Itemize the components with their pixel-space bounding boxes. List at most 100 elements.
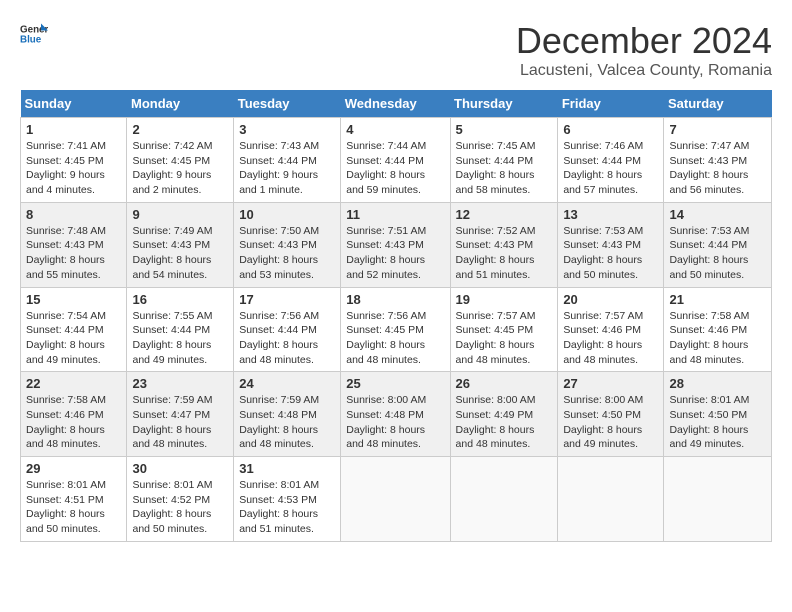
day-number: 10 xyxy=(239,207,335,222)
calendar-cell: 8 Sunrise: 7:48 AMSunset: 4:43 PMDaylight… xyxy=(21,202,127,287)
cell-info: Sunrise: 7:48 AMSunset: 4:43 PMDaylight:… xyxy=(26,225,106,281)
day-number: 9 xyxy=(132,207,228,222)
calendar-cell: 4 Sunrise: 7:44 AMSunset: 4:44 PMDaylight… xyxy=(341,118,450,203)
calendar-cell: 14 Sunrise: 7:53 AMSunset: 4:44 PMDayligh… xyxy=(664,202,772,287)
day-number: 3 xyxy=(239,122,335,137)
cell-info: Sunrise: 7:59 AMSunset: 4:47 PMDaylight:… xyxy=(132,394,212,450)
day-number: 20 xyxy=(563,292,658,307)
calendar-cell: 10Sunrise: 7:50 AMSunset: 4:43 PMDayligh… xyxy=(234,202,341,287)
calendar-cell: 30 Sunrise: 8:01 AMSunset: 4:52 PMDayligh… xyxy=(127,457,234,542)
day-number: 28 xyxy=(669,376,766,391)
day-number: 19 xyxy=(456,292,553,307)
day-number: 17 xyxy=(239,292,335,307)
header-sunday: Sunday xyxy=(21,90,127,118)
page-header: General Blue December 2024 Lacusteni, Va… xyxy=(20,20,772,80)
day-number: 30 xyxy=(132,461,228,476)
calendar-cell: 23Sunrise: 7:59 AMSunset: 4:47 PMDayligh… xyxy=(127,372,234,457)
calendar-week-1: 1Sunrise: 7:41 AMSunset: 4:45 PMDaylight… xyxy=(21,118,772,203)
cell-info: Sunrise: 7:47 AMSunset: 4:43 PMDaylight:… xyxy=(669,140,749,196)
calendar-cell: 22 Sunrise: 7:58 AMSunset: 4:46 PMDayligh… xyxy=(21,372,127,457)
cell-info: Sunrise: 7:44 AMSunset: 4:44 PMDaylight:… xyxy=(346,140,426,196)
calendar-cell xyxy=(558,457,664,542)
calendar-cell: 28 Sunrise: 8:01 AMSunset: 4:50 PMDayligh… xyxy=(664,372,772,457)
calendar-week-2: 8 Sunrise: 7:48 AMSunset: 4:43 PMDaylight… xyxy=(21,202,772,287)
cell-info: Sunrise: 7:55 AMSunset: 4:44 PMDaylight:… xyxy=(132,310,212,366)
day-number: 13 xyxy=(563,207,658,222)
header-tuesday: Tuesday xyxy=(234,90,341,118)
day-number: 8 xyxy=(26,207,121,222)
calendar-cell: 16Sunrise: 7:55 AMSunset: 4:44 PMDayligh… xyxy=(127,287,234,372)
cell-info: Sunrise: 7:58 AMSunset: 4:46 PMDaylight:… xyxy=(26,394,106,450)
calendar-cell: 9 Sunrise: 7:49 AMSunset: 4:43 PMDaylight… xyxy=(127,202,234,287)
calendar-cell: 12Sunrise: 7:52 AMSunset: 4:43 PMDayligh… xyxy=(450,202,558,287)
calendar-cell xyxy=(664,457,772,542)
cell-info: Sunrise: 8:00 AMSunset: 4:48 PMDaylight:… xyxy=(346,394,426,450)
calendar-cell: 11Sunrise: 7:51 AMSunset: 4:43 PMDayligh… xyxy=(341,202,450,287)
day-number: 27 xyxy=(563,376,658,391)
month-title: December 2024 xyxy=(516,20,772,62)
calendar-cell: 2 Sunrise: 7:42 AMSunset: 4:45 PMDaylight… xyxy=(127,118,234,203)
calendar-cell: 26 Sunrise: 8:00 AMSunset: 4:49 PMDayligh… xyxy=(450,372,558,457)
day-number: 29 xyxy=(26,461,121,476)
day-number: 5 xyxy=(456,122,553,137)
day-number: 22 xyxy=(26,376,121,391)
calendar-cell: 18Sunrise: 7:56 AMSunset: 4:45 PMDayligh… xyxy=(341,287,450,372)
cell-info: Sunrise: 7:52 AMSunset: 4:43 PMDaylight:… xyxy=(456,225,536,281)
cell-info: Sunrise: 7:57 AMSunset: 4:45 PMDaylight:… xyxy=(456,310,536,366)
cell-info: Sunrise: 7:45 AMSunset: 4:44 PMDaylight:… xyxy=(456,140,536,196)
header-monday: Monday xyxy=(127,90,234,118)
calendar-week-5: 29 Sunrise: 8:01 AMSunset: 4:51 PMDayligh… xyxy=(21,457,772,542)
cell-info: Sunrise: 7:54 AMSunset: 4:44 PMDaylight:… xyxy=(26,310,106,366)
cell-info: Sunrise: 8:01 AMSunset: 4:53 PMDaylight:… xyxy=(239,479,319,535)
cell-info: Sunrise: 7:56 AMSunset: 4:44 PMDaylight:… xyxy=(239,310,319,366)
calendar-cell: 27 Sunrise: 8:00 AMSunset: 4:50 PMDayligh… xyxy=(558,372,664,457)
cell-info: Sunrise: 7:57 AMSunset: 4:46 PMDaylight:… xyxy=(563,310,643,366)
day-number: 6 xyxy=(563,122,658,137)
calendar-cell: 24Sunrise: 7:59 AMSunset: 4:48 PMDayligh… xyxy=(234,372,341,457)
day-number: 7 xyxy=(669,122,766,137)
header-saturday: Saturday xyxy=(664,90,772,118)
day-number: 14 xyxy=(669,207,766,222)
day-number: 11 xyxy=(346,207,444,222)
calendar-cell: 20 Sunrise: 7:57 AMSunset: 4:46 PMDayligh… xyxy=(558,287,664,372)
cell-info: Sunrise: 7:49 AMSunset: 4:43 PMDaylight:… xyxy=(132,225,212,281)
calendar-cell: 13Sunrise: 7:53 AMSunset: 4:43 PMDayligh… xyxy=(558,202,664,287)
calendar-cell: 3 Sunrise: 7:43 AMSunset: 4:44 PMDaylight… xyxy=(234,118,341,203)
calendar-cell: 17 Sunrise: 7:56 AMSunset: 4:44 PMDayligh… xyxy=(234,287,341,372)
header-thursday: Thursday xyxy=(450,90,558,118)
cell-info: Sunrise: 8:00 AMSunset: 4:49 PMDaylight:… xyxy=(456,394,536,450)
title-section: December 2024 Lacusteni, Valcea County, … xyxy=(516,20,772,80)
calendar-cell: 25 Sunrise: 8:00 AMSunset: 4:48 PMDayligh… xyxy=(341,372,450,457)
day-number: 24 xyxy=(239,376,335,391)
calendar-cell: 15 Sunrise: 7:54 AMSunset: 4:44 PMDayligh… xyxy=(21,287,127,372)
calendar-cell: 1Sunrise: 7:41 AMSunset: 4:45 PMDaylight… xyxy=(21,118,127,203)
calendar-cell: 29 Sunrise: 8:01 AMSunset: 4:51 PMDayligh… xyxy=(21,457,127,542)
logo-icon: General Blue xyxy=(20,20,48,48)
day-number: 26 xyxy=(456,376,553,391)
day-number: 21 xyxy=(669,292,766,307)
cell-info: Sunrise: 8:00 AMSunset: 4:50 PMDaylight:… xyxy=(563,394,643,450)
cell-info: Sunrise: 7:58 AMSunset: 4:46 PMDaylight:… xyxy=(669,310,749,366)
day-number: 2 xyxy=(132,122,228,137)
calendar-cell: 7 Sunrise: 7:47 AMSunset: 4:43 PMDaylight… xyxy=(664,118,772,203)
header-friday: Friday xyxy=(558,90,664,118)
calendar-week-3: 15 Sunrise: 7:54 AMSunset: 4:44 PMDayligh… xyxy=(21,287,772,372)
cell-info: Sunrise: 7:42 AMSunset: 4:45 PMDaylight:… xyxy=(132,140,212,196)
cell-info: Sunrise: 7:53 AMSunset: 4:44 PMDaylight:… xyxy=(669,225,749,281)
header-wednesday: Wednesday xyxy=(341,90,450,118)
calendar-week-4: 22 Sunrise: 7:58 AMSunset: 4:46 PMDayligh… xyxy=(21,372,772,457)
cell-info: Sunrise: 8:01 AMSunset: 4:50 PMDaylight:… xyxy=(669,394,749,450)
cell-info: Sunrise: 8:01 AMSunset: 4:51 PMDaylight:… xyxy=(26,479,106,535)
location-title: Lacusteni, Valcea County, Romania xyxy=(516,62,772,80)
calendar-cell xyxy=(341,457,450,542)
calendar-cell: 5 Sunrise: 7:45 AMSunset: 4:44 PMDaylight… xyxy=(450,118,558,203)
calendar-table: SundayMondayTuesdayWednesdayThursdayFrid… xyxy=(20,90,772,542)
day-number: 4 xyxy=(346,122,444,137)
cell-info: Sunrise: 7:56 AMSunset: 4:45 PMDaylight:… xyxy=(346,310,426,366)
day-number: 31 xyxy=(239,461,335,476)
cell-info: Sunrise: 7:43 AMSunset: 4:44 PMDaylight:… xyxy=(239,140,319,196)
cell-info: Sunrise: 8:01 AMSunset: 4:52 PMDaylight:… xyxy=(132,479,212,535)
day-number: 15 xyxy=(26,292,121,307)
logo[interactable]: General Blue xyxy=(20,20,48,48)
day-number: 25 xyxy=(346,376,444,391)
